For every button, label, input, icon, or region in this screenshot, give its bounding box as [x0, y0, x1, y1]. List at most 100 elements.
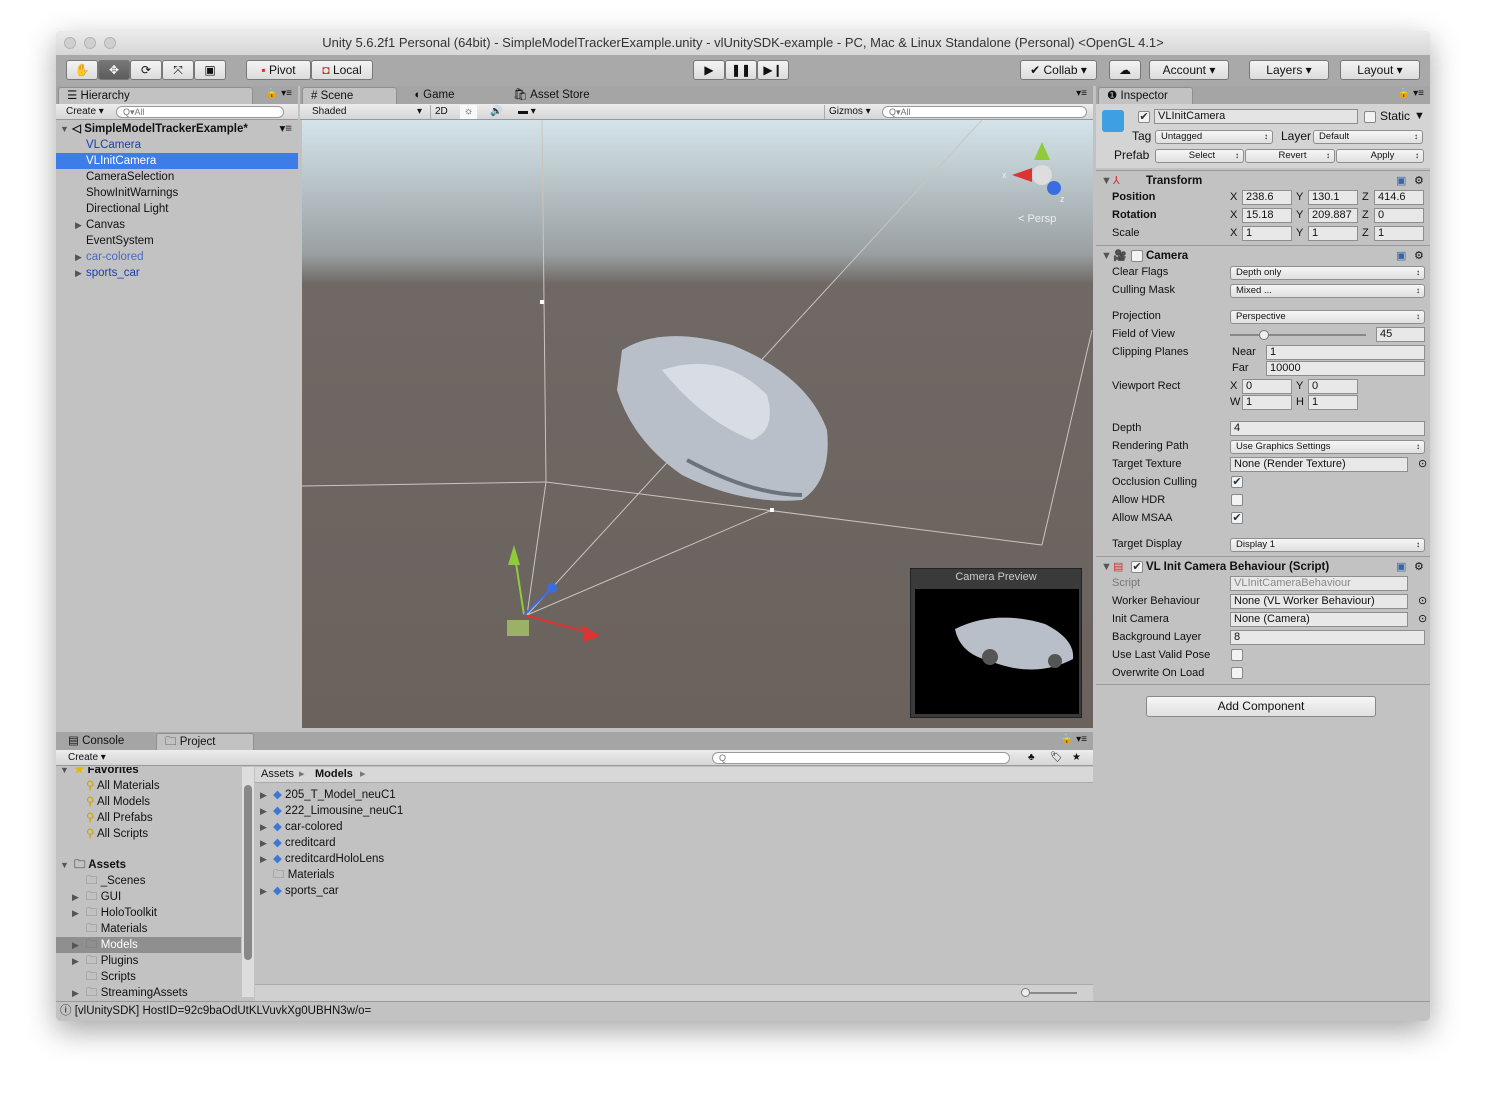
icon-size-slider-thumb[interactable] — [1021, 988, 1030, 997]
hdr-checkbox[interactable] — [1231, 494, 1243, 506]
panel-menu-icon[interactable]: 🔒 ▾≡ — [1061, 734, 1087, 745]
scene-root[interactable]: ▼ ◁ SimpleModelTrackerExample* ▾≡ — [60, 121, 296, 137]
lighting-toggle[interactable]: ☼ — [460, 105, 478, 119]
asset-folder[interactable]: ▶ 🗀 Models — [56, 937, 241, 953]
static-dropdown-icon[interactable]: ▼ — [1414, 109, 1425, 124]
expand-arrow-icon[interactable]: ▶ — [72, 985, 79, 1001]
viewport-vw-input[interactable]: 1 — [1242, 395, 1292, 410]
expand-arrow-icon[interactable]: ▶ — [260, 835, 267, 851]
viewport-vy-input[interactable]: 0 — [1308, 379, 1358, 394]
hierarchy-item[interactable]: Directional Light — [56, 201, 298, 217]
static-checkbox[interactable] — [1364, 111, 1376, 123]
tree-scrollbar[interactable] — [242, 767, 254, 997]
gear-icon[interactable]: ⚙ — [1414, 249, 1424, 264]
hierarchy-item[interactable]: EventSystem — [56, 233, 298, 249]
rotation-y-input[interactable]: 209.887 — [1308, 208, 1358, 223]
foldout-arrow-icon[interactable]: ▼ — [1101, 249, 1112, 264]
breadcrumb-assets[interactable]: Assets — [261, 767, 294, 782]
prefab-select-button[interactable]: Select — [1155, 149, 1244, 163]
fov-input[interactable]: 45 — [1376, 327, 1425, 342]
depth-input[interactable]: 4 — [1230, 421, 1425, 436]
scale-x-input[interactable]: 1 — [1242, 226, 1292, 241]
expand-arrow-icon[interactable]: ▼ — [60, 857, 69, 873]
viewport-vx-input[interactable]: 0 — [1242, 379, 1292, 394]
rotate-tool-button[interactable]: ⟳ — [130, 60, 162, 80]
help-icon[interactable]: ▣ — [1396, 560, 1406, 575]
expand-arrow-icon[interactable]: ▶ — [75, 249, 82, 265]
active-checkbox[interactable]: ✔ — [1138, 111, 1150, 123]
init_camera-field[interactable]: None (Camera) — [1230, 612, 1408, 627]
favorites-header[interactable]: ▼ ★ Favorites — [56, 767, 241, 778]
script-field[interactable]: VLInitCameraBehaviour — [1230, 576, 1408, 591]
position-y-input[interactable]: 130.1 — [1308, 190, 1358, 205]
tab-hierarchy[interactable]: ☰ Hierarchy — [58, 87, 253, 104]
tab-inspector[interactable]: ❶ Inspector — [1098, 87, 1193, 104]
add-component-button[interactable]: Add Component — [1146, 696, 1376, 717]
play-button[interactable]: ▶ — [693, 60, 725, 80]
asset-folder[interactable]: 🗀 Scripts — [56, 969, 241, 985]
hierarchy-item[interactable]: ShowInitWarnings — [56, 185, 298, 201]
expand-arrow-icon[interactable]: ▶ — [260, 883, 267, 899]
rotation-z-input[interactable]: 0 — [1374, 208, 1424, 223]
hierarchy-item[interactable]: ▶ car-colored — [56, 249, 298, 265]
move-tool-button[interactable]: ✥ — [98, 60, 130, 80]
script-enabled-checkbox[interactable]: ✔ — [1131, 561, 1143, 573]
minimize-button[interactable] — [84, 37, 96, 49]
viewport-vh-input[interactable]: 1 — [1308, 395, 1358, 410]
project-file[interactable]: 🗀 Materials — [255, 867, 1093, 883]
gizmos-dropdown[interactable]: Gizmos ▾ — [824, 105, 875, 119]
object-name-input[interactable]: VLInitCamera — [1154, 109, 1358, 124]
object-picker-icon[interactable]: ⊙ — [1418, 594, 1427, 609]
2d-toggle[interactable]: 2D — [430, 105, 452, 119]
panel-menu-icon[interactable]: 🔒 ▾≡ — [266, 88, 292, 99]
scale-y-input[interactable]: 1 — [1308, 226, 1358, 241]
projection-dropdown[interactable]: Perspective — [1230, 310, 1425, 324]
tab-game[interactable]: ◖ Game — [405, 87, 495, 104]
hierarchy-search-input[interactable]: Q▾All — [116, 106, 284, 118]
object-picker-icon[interactable]: ⊙ — [1418, 457, 1427, 472]
expand-arrow-icon[interactable]: ▶ — [72, 953, 79, 969]
target-texture-field[interactable]: None (Render Texture) — [1230, 457, 1408, 472]
overwrite-on-load-checkbox[interactable] — [1231, 667, 1243, 679]
expand-arrow-icon[interactable]: ▶ — [72, 889, 79, 905]
scale-z-input[interactable]: 1 — [1374, 226, 1424, 241]
worker-field[interactable]: None (VL Worker Behaviour) — [1230, 594, 1408, 609]
account-button[interactable]: Account ▾ — [1149, 60, 1229, 80]
project-file[interactable]: ▶ ◆ 222_Limousine_neuC1 — [255, 803, 1093, 819]
tab-console[interactable]: ▤ Console — [60, 733, 155, 750]
status-bar[interactable]: ⓘ [vlUnitySDK] HostID=92c9baOdUtKLVuvkXg… — [56, 1001, 1430, 1021]
step-button[interactable]: ▶❙ — [757, 60, 789, 80]
layer-dropdown[interactable]: Default — [1313, 130, 1423, 144]
expand-arrow-icon[interactable]: ▶ — [260, 819, 267, 835]
scale-tool-button[interactable]: ⤧ — [162, 60, 194, 80]
hierarchy-item[interactable]: ▶ sports_car — [56, 265, 298, 281]
audio-toggle[interactable]: 🔊 — [486, 105, 506, 119]
position-z-input[interactable]: 414.6 — [1374, 190, 1424, 205]
local-button[interactable]: ◘ Local — [311, 60, 373, 80]
asset-folder[interactable]: 🗀 _Scenes — [56, 873, 241, 889]
project-file[interactable]: ▶ ◆ 205_T_Model_neuC1 — [255, 787, 1093, 803]
scene-search-input[interactable]: Q▾All — [882, 106, 1087, 118]
favorite-item[interactable]: ⚲ All Models — [56, 794, 241, 810]
filter-label-icon[interactable]: 🏷 — [1046, 751, 1067, 765]
tab-scene[interactable]: # Scene — [302, 87, 397, 104]
occlusion-checkbox[interactable]: ✔ — [1231, 476, 1243, 488]
help-icon[interactable]: ▣ — [1396, 249, 1406, 264]
effects-dropdown[interactable]: ▬ ▾ — [514, 105, 540, 119]
project-file[interactable]: ▶ ◆ creditcard — [255, 835, 1093, 851]
asset-folder[interactable]: ▶ 🗀 Plugins — [56, 953, 241, 969]
hand-tool-button[interactable]: ✋ — [66, 60, 98, 80]
foldout-arrow-icon[interactable]: ▼ — [1101, 560, 1112, 575]
clear-flags-dropdown[interactable]: Depth only — [1230, 266, 1425, 280]
prefab-apply-button[interactable]: Apply — [1336, 149, 1424, 163]
asset-folder[interactable]: ▶ 🗀 HoloToolkit — [56, 905, 241, 921]
hierarchy-item[interactable]: CameraSelection — [56, 169, 298, 185]
rotation-x-input[interactable]: 15.18 — [1242, 208, 1292, 223]
expand-arrow-icon[interactable]: ▶ — [260, 803, 267, 819]
gear-icon[interactable]: ⚙ — [1414, 174, 1424, 189]
icon-size-slider[interactable] — [1025, 992, 1077, 994]
projection-label[interactable]: < Persp — [1018, 213, 1056, 225]
close-button[interactable] — [64, 37, 76, 49]
expand-arrow-icon[interactable]: ▶ — [72, 937, 79, 953]
rect-tool-button[interactable]: ▣ — [194, 60, 226, 80]
